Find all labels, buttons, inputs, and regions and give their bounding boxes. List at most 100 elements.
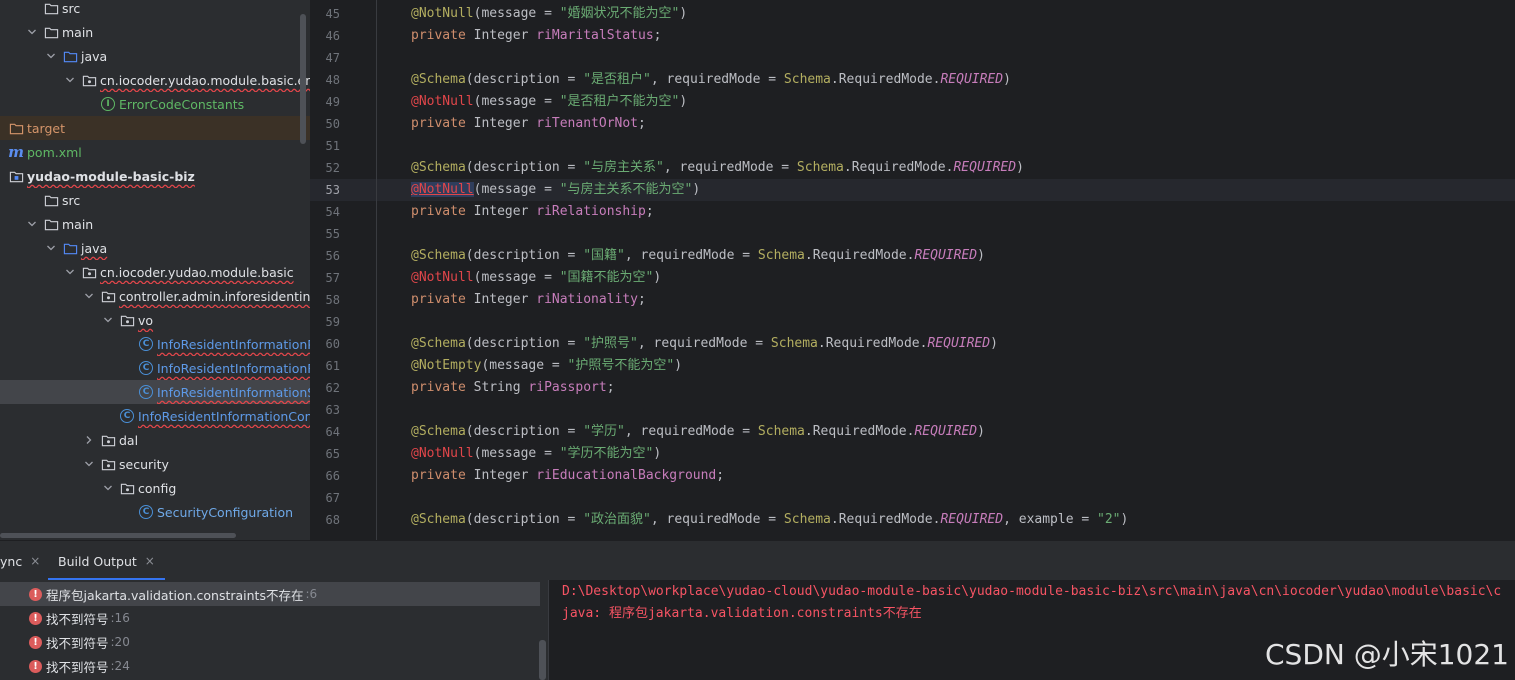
code-token: (description = [465,512,584,527]
error-location: :20 [110,635,130,649]
code-line[interactable]: private Integer riMaritalStatus; [411,25,661,47]
code-token: ) [1016,160,1024,175]
close-icon[interactable]: × [30,554,40,568]
code-token: @NotEmpty [411,358,482,373]
chevron-down-icon[interactable] [82,284,96,308]
source-folder-icon [62,48,78,64]
tree-item[interactable]: java [0,236,310,260]
code-line[interactable]: @NotNull(message = "学历不能为空") [411,443,661,465]
code-line[interactable]: @NotNull(message = "是否租户不能为空") [411,91,687,113]
error-message: 找不到符号 [46,659,109,675]
code-line[interactable]: @Schema(description = "护照号", requiredMod… [411,333,998,355]
code-line[interactable]: private Integer riTenantOrNot; [411,113,646,135]
tree-item[interactable]: cn.iocoder.yudao.module.basic.enums [0,68,310,92]
watermark: CSDN @小宋1021 [1265,638,1509,671]
tree-item[interactable]: target [0,116,310,140]
code-token: ) [692,182,701,197]
tree-item-label: security [119,456,169,472]
tree-item[interactable]: cn.iocoder.yudao.module.basic [0,260,310,284]
tree-item[interactable]: vo [0,308,310,332]
build-error-item[interactable]: ! 找不到符号 :20 [0,630,540,654]
folder-icon [43,0,59,16]
code-token: Integer [473,116,537,131]
code-token: .RequiredMode. [830,512,941,527]
code-line[interactable]: private Integer riEducationalBackground; [411,465,724,487]
chevron-down-icon[interactable] [44,236,58,260]
tree-item[interactable]: I ErrorCodeConstants [0,92,310,116]
code-token: @Schema [411,424,466,439]
chevron-right-icon[interactable] [82,428,96,452]
code-token: Schema [757,424,805,439]
chevron-down-icon[interactable] [63,260,77,284]
code-token: @NotNull [411,94,474,109]
chevron-down-icon[interactable] [82,452,96,476]
code-token: "护照号" [583,336,638,351]
build-error-item[interactable]: ! 找不到符号 :24 [0,654,540,678]
code-token: @Schema [411,72,466,87]
scrollbar[interactable] [300,14,306,144]
code-token: REQUIRED [927,336,991,351]
console-line[interactable]: java: 程序包jakarta.validation.constraints不… [562,603,922,625]
code-line[interactable]: @NotEmpty(message = "护照号不能为空") [411,355,682,377]
chevron-down-icon[interactable] [101,308,115,332]
tree-item[interactable]: controller.admin.inforesidentinforma [0,284,310,308]
tree-item[interactable]: CInfoResidentInformationControll [0,404,310,428]
tree-item[interactable]: dal [0,428,310,452]
tree-item[interactable]: C SecurityConfiguration [0,500,310,524]
error-icon: ! [29,659,42,673]
console-line[interactable]: D:\Desktop\workplace\yudao-cloud\yudao-m… [562,581,1501,603]
tree-item[interactable]: java [0,44,310,68]
code-line[interactable]: @Schema(description = "学历", requiredMode… [411,421,985,443]
code-line[interactable]: @NotNull(message = "与房主关系不能为空") [411,179,700,201]
code-token: private [411,116,474,131]
code-line[interactable]: private Integer riRelationship; [411,201,654,223]
chevron-down-icon[interactable] [101,476,115,500]
tree-item[interactable]: main [0,20,310,44]
tree-item[interactable]: main [0,212,310,236]
tree-item[interactable]: CInfoResidentInformationPage [0,332,310,356]
code-line[interactable]: @Schema(description = "与房主关系", requiredM… [411,157,1024,179]
code-token: ) [977,424,985,439]
tree-item[interactable]: m pom.xml [0,140,310,164]
tab-build-output[interactable]: Build Output × [48,541,165,581]
tree-item-label: ErrorCodeConstants [119,96,245,112]
tree-item[interactable]: src [0,0,310,20]
package-icon [119,480,135,496]
chevron-down-icon[interactable] [25,212,39,236]
tree-item-label: InfoResidentInformationControll [138,408,310,424]
code-line[interactable]: @NotNull(message = "国籍不能为空") [411,267,661,289]
error-icon: ! [29,635,42,649]
code-line[interactable]: @Schema(description = "是否租户", requiredMo… [411,69,1011,91]
code-line[interactable]: private Integer riNationality; [411,289,646,311]
scrollbar[interactable] [539,640,546,680]
code-line[interactable]: private String riPassport; [411,377,615,399]
tree-item-label: java [81,48,108,64]
code-line[interactable]: @NotNull(message = "婚姻状况不能为空") [411,3,687,25]
build-error-item[interactable]: ! 程序包jakarta.validation.constraints不存在 :… [0,582,540,606]
code-line[interactable]: @Schema(description = "政治面貌", requiredMo… [411,509,1128,531]
chevron-down-icon[interactable] [63,68,77,92]
code-token: @Schema [411,336,466,351]
tree-item[interactable]: src [0,188,310,212]
code-editor[interactable]: 45 46 47 48 49 50 51 52 53 54 55 56 57 58 59 60 61 62 63 64… [310,0,1515,540]
code-line[interactable]: @Schema(description = "国籍", requiredMode… [411,245,985,267]
code-token: , requiredMode = [650,72,784,87]
chevron-down-icon[interactable] [44,44,58,68]
code-token: , requiredMode = [663,160,797,175]
code-token: .RequiredMode. [843,160,954,175]
tab-sync[interactable]: ync × [0,541,40,581]
line-number: 67 [325,491,340,505]
tree-item[interactable]: yudao-module-basic-biz [0,164,310,188]
tree-item[interactable]: config [0,476,310,500]
code-token: (message = [473,182,560,197]
tree-item[interactable]: security [0,452,310,476]
horizontal-scrollbar[interactable] [0,533,236,538]
tree-item[interactable]: CInfoResidentInformationSave [0,380,310,404]
build-error-item[interactable]: ! 找不到符号 :16 [0,606,540,630]
chevron-down-icon[interactable] [25,20,39,44]
line-number: 64 [325,425,340,439]
close-icon[interactable]: × [145,554,155,568]
tree-item[interactable]: CInfoResidentInformationResp [0,356,310,380]
